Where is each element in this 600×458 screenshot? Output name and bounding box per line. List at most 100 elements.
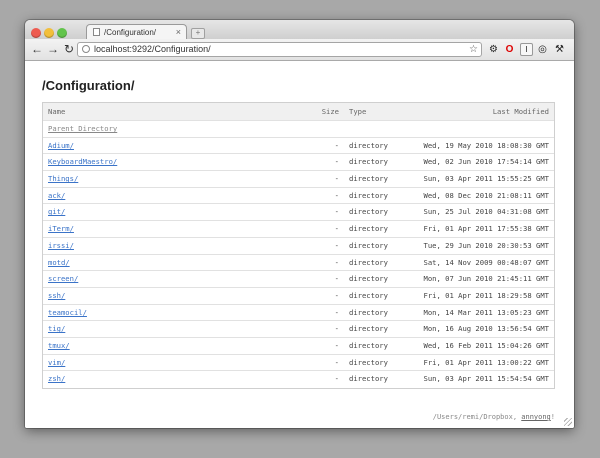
column-name-header: Name [48,107,66,116]
entry-size: - [334,257,339,267]
footer-end: ! [550,413,555,421]
info-extension-icon[interactable]: I [520,43,533,56]
entry-type: directory [349,207,388,217]
entry-size: - [334,274,339,284]
entry-type: directory [349,174,388,184]
entry-type: directory [349,257,388,267]
entry-name-link[interactable]: KeyboardMaestro/ [48,154,117,170]
table-row: irssi/ - directory Tue, 29 Jun 2010 20:30:5… [43,238,554,255]
forward-arrow-icon[interactable]: → [46,42,60,56]
entry-modified: Fri, 01 Apr 2011 18:29:58 GMT [423,290,550,300]
entry-modified: Mon, 14 Mar 2011 13:05:23 GMT [423,307,550,317]
column-modified-header: Last Modified [492,107,549,116]
page-content: /Configuration/ Name Size Type Last Modi… [25,61,574,428]
parent-directory-link[interactable]: Parent Directory [48,121,117,137]
column-size-header: Size [321,107,339,116]
bookmark-star-icon[interactable]: ☆ [469,43,478,56]
entry-size: - [334,240,339,250]
entry-name-link[interactable]: screen/ [48,271,78,287]
globe-icon [82,45,90,53]
entry-size: - [334,374,339,384]
browser-tab[interactable]: /Configuration/ × [86,24,187,39]
reload-icon[interactable]: ↻ [62,42,76,56]
page-icon [93,28,100,36]
page-title: /Configuration/ [42,78,135,93]
entry-size: - [334,290,339,300]
entry-type: directory [349,274,388,284]
wrench-key-icon[interactable]: ⚙ [487,43,500,56]
entry-name-link[interactable]: Things/ [48,171,78,187]
entry-name-link[interactable]: ack/ [48,188,65,204]
target-extension-icon[interactable]: ◎ [536,43,549,56]
table-row: Adium/ - directory Wed, 19 May 2010 18:08:3… [43,138,554,155]
entry-name-link[interactable]: irssi/ [48,238,74,254]
entry-name-link[interactable]: iTerm/ [48,221,74,237]
entry-size: - [334,207,339,217]
entry-type: directory [349,374,388,384]
table-row: teamocil/ - directory Mon, 14 Mar 2011 13:0… [43,305,554,322]
entry-name-link[interactable]: vim/ [48,355,65,371]
back-arrow-icon[interactable]: ← [30,42,44,56]
entry-name-link[interactable]: zsh/ [48,371,65,387]
tab-close-icon[interactable]: × [176,25,181,40]
new-tab-button[interactable]: + [191,28,205,39]
table-row: KeyboardMaestro/ - directory Wed, 02 Jun 20… [43,154,554,172]
entry-type: directory [349,224,388,234]
entry-size: - [334,157,339,167]
table-row: vim/ - directory Fri, 01 Apr 2011 13:00:22 … [43,355,554,372]
entry-name-link[interactable]: motd/ [48,255,70,271]
footer-link[interactable]: annyong [521,413,551,421]
entry-size: - [334,340,339,350]
table-row: iTerm/ - directory Fri, 01 Apr 2011 17:55:3… [43,221,554,238]
entry-size: - [334,190,339,200]
entry-size: - [334,324,339,334]
entry-type: directory [349,290,388,300]
table-row: ack/ - directory Wed, 08 Dec 2010 21:08:11 … [43,188,554,205]
title-bar: /Configuration/ × + [25,20,574,39]
wrench-menu-icon[interactable]: ⚒ [553,43,566,56]
table-row: screen/ - directory Mon, 07 Jun 2010 21:45:… [43,271,554,288]
entry-type: directory [349,357,388,367]
entry-modified: Sat, 14 Nov 2009 00:48:07 GMT [423,257,550,267]
entry-modified: Wed, 02 Jun 2010 17:54:14 GMT [423,157,550,167]
entry-name-link[interactable]: git/ [48,204,65,220]
entry-modified: Wed, 08 Dec 2010 21:08:11 GMT [423,190,550,200]
entry-modified: Wed, 19 May 2010 18:08:30 GMT [423,140,550,150]
entry-size: - [334,174,339,184]
opera-extension-icon[interactable]: O [503,43,516,56]
entry-name-link[interactable]: Adium/ [48,138,74,154]
resize-grip-icon[interactable] [564,418,572,426]
entry-type: directory [349,340,388,350]
entry-modified: Sun, 03 Apr 2011 15:55:25 GMT [423,174,550,184]
entry-type: directory [349,240,388,250]
tab-title: /Configuration/ [104,28,157,37]
directory-listing: Name Size Type Last Modified Parent Dire… [42,102,555,389]
table-row: ssh/ - directory Fri, 01 Apr 2011 18:29:58 … [43,288,554,305]
url-text[interactable]: localhost:9292/Configuration/ [94,43,211,56]
entry-size: - [334,224,339,234]
close-window-button[interactable] [31,28,41,38]
entry-size: - [334,357,339,367]
address-bar[interactable]: localhost:9292/Configuration/ ☆ [77,42,482,57]
entry-name-link[interactable]: tmux/ [48,338,70,354]
minimize-window-button[interactable] [44,28,54,38]
entry-modified: Tue, 29 Jun 2010 20:30:53 GMT [423,240,550,250]
entry-name-link[interactable]: teamocil/ [48,305,87,321]
zoom-window-button[interactable] [57,28,67,38]
entry-type: directory [349,157,388,167]
browser-window: /Configuration/ × + ← → ↻ localhost:9292… [25,20,574,428]
footer-path: /Users/remi/Dropbox, [432,413,522,421]
entry-size: - [334,140,339,150]
table-row: tmux/ - directory Wed, 16 Feb 2011 15:04:26… [43,338,554,355]
entry-type: directory [349,190,388,200]
entry-type: directory [349,140,388,150]
table-row: zsh/ - directory Sun, 03 Apr 2011 15:54:54 … [43,371,554,388]
entry-modified: Fri, 01 Apr 2011 13:00:22 GMT [423,357,550,367]
table-row: Things/ - directory Sun, 03 Apr 2011 15:55:… [43,171,554,188]
entry-name-link[interactable]: ssh/ [48,288,65,304]
column-type-header: Type [349,107,367,116]
entry-name-link[interactable]: tig/ [48,321,65,337]
entry-type: directory [349,324,388,334]
entry-size: - [334,307,339,317]
entry-modified: Sun, 03 Apr 2011 15:54:54 GMT [423,374,550,384]
